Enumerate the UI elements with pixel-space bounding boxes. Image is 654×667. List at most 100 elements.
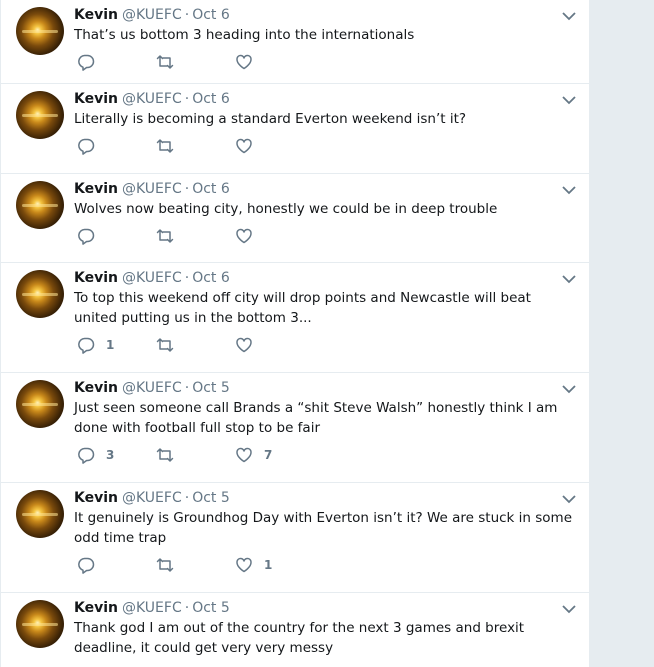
tweet-actions xyxy=(77,136,377,156)
retweet-icon xyxy=(156,558,174,572)
separator-dot: · xyxy=(184,600,190,616)
tweet[interactable]: Kevin @KUEFC · Oct 5 Thank god I am out of … xyxy=(1,593,589,667)
tweet[interactable]: Kevin @KUEFC · Oct 6 Wolves now beating cit… xyxy=(1,174,589,263)
reply-icon xyxy=(78,557,95,574)
user-name[interactable]: Kevin xyxy=(74,380,118,396)
avatar[interactable] xyxy=(16,600,64,648)
retweet-icon xyxy=(156,139,174,153)
user-name[interactable]: Kevin xyxy=(74,7,118,23)
like-icon xyxy=(236,228,252,244)
separator-dot: · xyxy=(184,181,190,197)
user-name[interactable]: Kevin xyxy=(74,91,118,107)
like-icon xyxy=(236,54,252,70)
retweet-icon xyxy=(156,55,174,69)
reply-icon xyxy=(78,138,95,155)
separator-dot: · xyxy=(184,91,190,107)
separator-dot: · xyxy=(184,270,190,286)
user-handle[interactable]: @KUEFC xyxy=(122,490,182,506)
like-button[interactable] xyxy=(235,226,264,246)
tweet-header: Kevin @KUEFC · Oct 5 xyxy=(74,379,539,397)
reply-count: 1 xyxy=(106,338,115,352)
chevron-down-icon[interactable] xyxy=(561,493,577,505)
retweet-button[interactable] xyxy=(156,335,185,355)
like-button[interactable] xyxy=(235,335,264,355)
tweet-text: Thank god I am out of the country for th… xyxy=(74,620,525,656)
tweet[interactable]: Kevin @KUEFC · Oct 6 To top this weekend of… xyxy=(1,263,589,373)
tweet-timestamp[interactable]: Oct 6 xyxy=(192,270,230,286)
user-name[interactable]: Kevin xyxy=(74,600,118,616)
tweet[interactable]: Kevin @KUEFC · Oct 6 Literally is becoming … xyxy=(1,84,589,174)
chevron-down-icon[interactable] xyxy=(561,383,577,395)
chevron-down-icon[interactable] xyxy=(561,94,577,106)
tweet-actions: 1 xyxy=(77,555,377,575)
user-name[interactable]: Kevin xyxy=(74,490,118,506)
separator-dot: · xyxy=(184,490,190,506)
tweet-text: Literally is becoming a standard Everton… xyxy=(74,111,467,127)
tweet-text: Just seen someone call Brands a “shit St… xyxy=(74,400,558,436)
tweet-header: Kevin @KUEFC · Oct 5 xyxy=(74,489,539,507)
user-name[interactable]: Kevin xyxy=(74,270,118,286)
reply-icon xyxy=(78,447,95,464)
tweet[interactable]: Kevin @KUEFC · Oct 5 It genuinely is Ground… xyxy=(1,483,589,593)
like-button[interactable]: 1 xyxy=(235,555,272,575)
reply-button[interactable]: 1 xyxy=(77,335,114,355)
tweet[interactable]: Kevin @KUEFC · Oct 5 Just seen someone call… xyxy=(1,373,589,483)
avatar[interactable] xyxy=(16,490,64,538)
like-button[interactable] xyxy=(235,136,264,156)
tweet-timestamp[interactable]: Oct 5 xyxy=(192,490,230,506)
avatar[interactable] xyxy=(16,380,64,428)
like-button[interactable]: 7 xyxy=(235,445,272,465)
tweet-header: Kevin @KUEFC · Oct 6 xyxy=(74,269,539,287)
tweet-timestamp[interactable]: Oct 6 xyxy=(192,91,230,107)
avatar[interactable] xyxy=(16,91,64,139)
like-icon xyxy=(236,447,252,463)
reply-button[interactable] xyxy=(77,136,106,156)
tweet-timestamp[interactable]: Oct 6 xyxy=(192,181,230,197)
tweet-actions: 1 xyxy=(77,335,377,355)
user-handle[interactable]: @KUEFC xyxy=(122,7,182,23)
tweet-header: Kevin @KUEFC · Oct 6 xyxy=(74,180,539,198)
tweet-text: To top this weekend off city will drop p… xyxy=(74,290,531,326)
page-background xyxy=(590,0,654,667)
like-count: 1 xyxy=(264,558,273,572)
timeline: Kevin @KUEFC · Oct 6 That’s us bottom 3 hea… xyxy=(0,0,590,667)
chevron-down-icon[interactable] xyxy=(561,184,577,196)
tweet-header: Kevin @KUEFC · Oct 6 xyxy=(74,90,539,108)
like-icon xyxy=(236,337,252,353)
tweet[interactable]: Kevin @KUEFC · Oct 6 That’s us bottom 3 hea… xyxy=(1,0,589,84)
user-handle[interactable]: @KUEFC xyxy=(122,270,182,286)
avatar[interactable] xyxy=(16,181,64,229)
avatar[interactable] xyxy=(16,270,64,318)
retweet-button[interactable] xyxy=(156,555,185,575)
user-handle[interactable]: @KUEFC xyxy=(122,181,182,197)
chevron-down-icon[interactable] xyxy=(561,603,577,615)
reply-icon xyxy=(78,54,95,71)
tweet-header: Kevin @KUEFC · Oct 6 xyxy=(74,6,539,24)
like-count: 7 xyxy=(264,448,273,462)
retweet-button[interactable] xyxy=(156,226,185,246)
tweet-actions: 3 7 xyxy=(77,445,377,465)
user-handle[interactable]: @KUEFC xyxy=(122,600,182,616)
avatar[interactable] xyxy=(16,7,64,55)
tweet-text: That’s us bottom 3 heading into the inte… xyxy=(74,27,415,43)
retweet-button[interactable] xyxy=(156,445,185,465)
user-name[interactable]: Kevin xyxy=(74,181,118,197)
reply-icon xyxy=(78,337,95,354)
chevron-down-icon[interactable] xyxy=(561,273,577,285)
retweet-icon xyxy=(156,338,174,352)
reply-button[interactable] xyxy=(77,52,106,72)
chevron-down-icon[interactable] xyxy=(561,10,577,22)
reply-button[interactable] xyxy=(77,226,106,246)
tweet-timestamp[interactable]: Oct 5 xyxy=(192,600,230,616)
tweet-timestamp[interactable]: Oct 5 xyxy=(192,380,230,396)
like-button[interactable] xyxy=(235,52,264,72)
tweet-timestamp[interactable]: Oct 6 xyxy=(192,7,230,23)
user-handle[interactable]: @KUEFC xyxy=(122,91,182,107)
reply-button[interactable]: 3 xyxy=(77,445,114,465)
tweet-actions xyxy=(77,226,377,246)
retweet-button[interactable] xyxy=(156,136,185,156)
retweet-button[interactable] xyxy=(156,52,185,72)
reply-button[interactable] xyxy=(77,555,106,575)
reply-count: 3 xyxy=(106,448,115,462)
user-handle[interactable]: @KUEFC xyxy=(122,380,182,396)
